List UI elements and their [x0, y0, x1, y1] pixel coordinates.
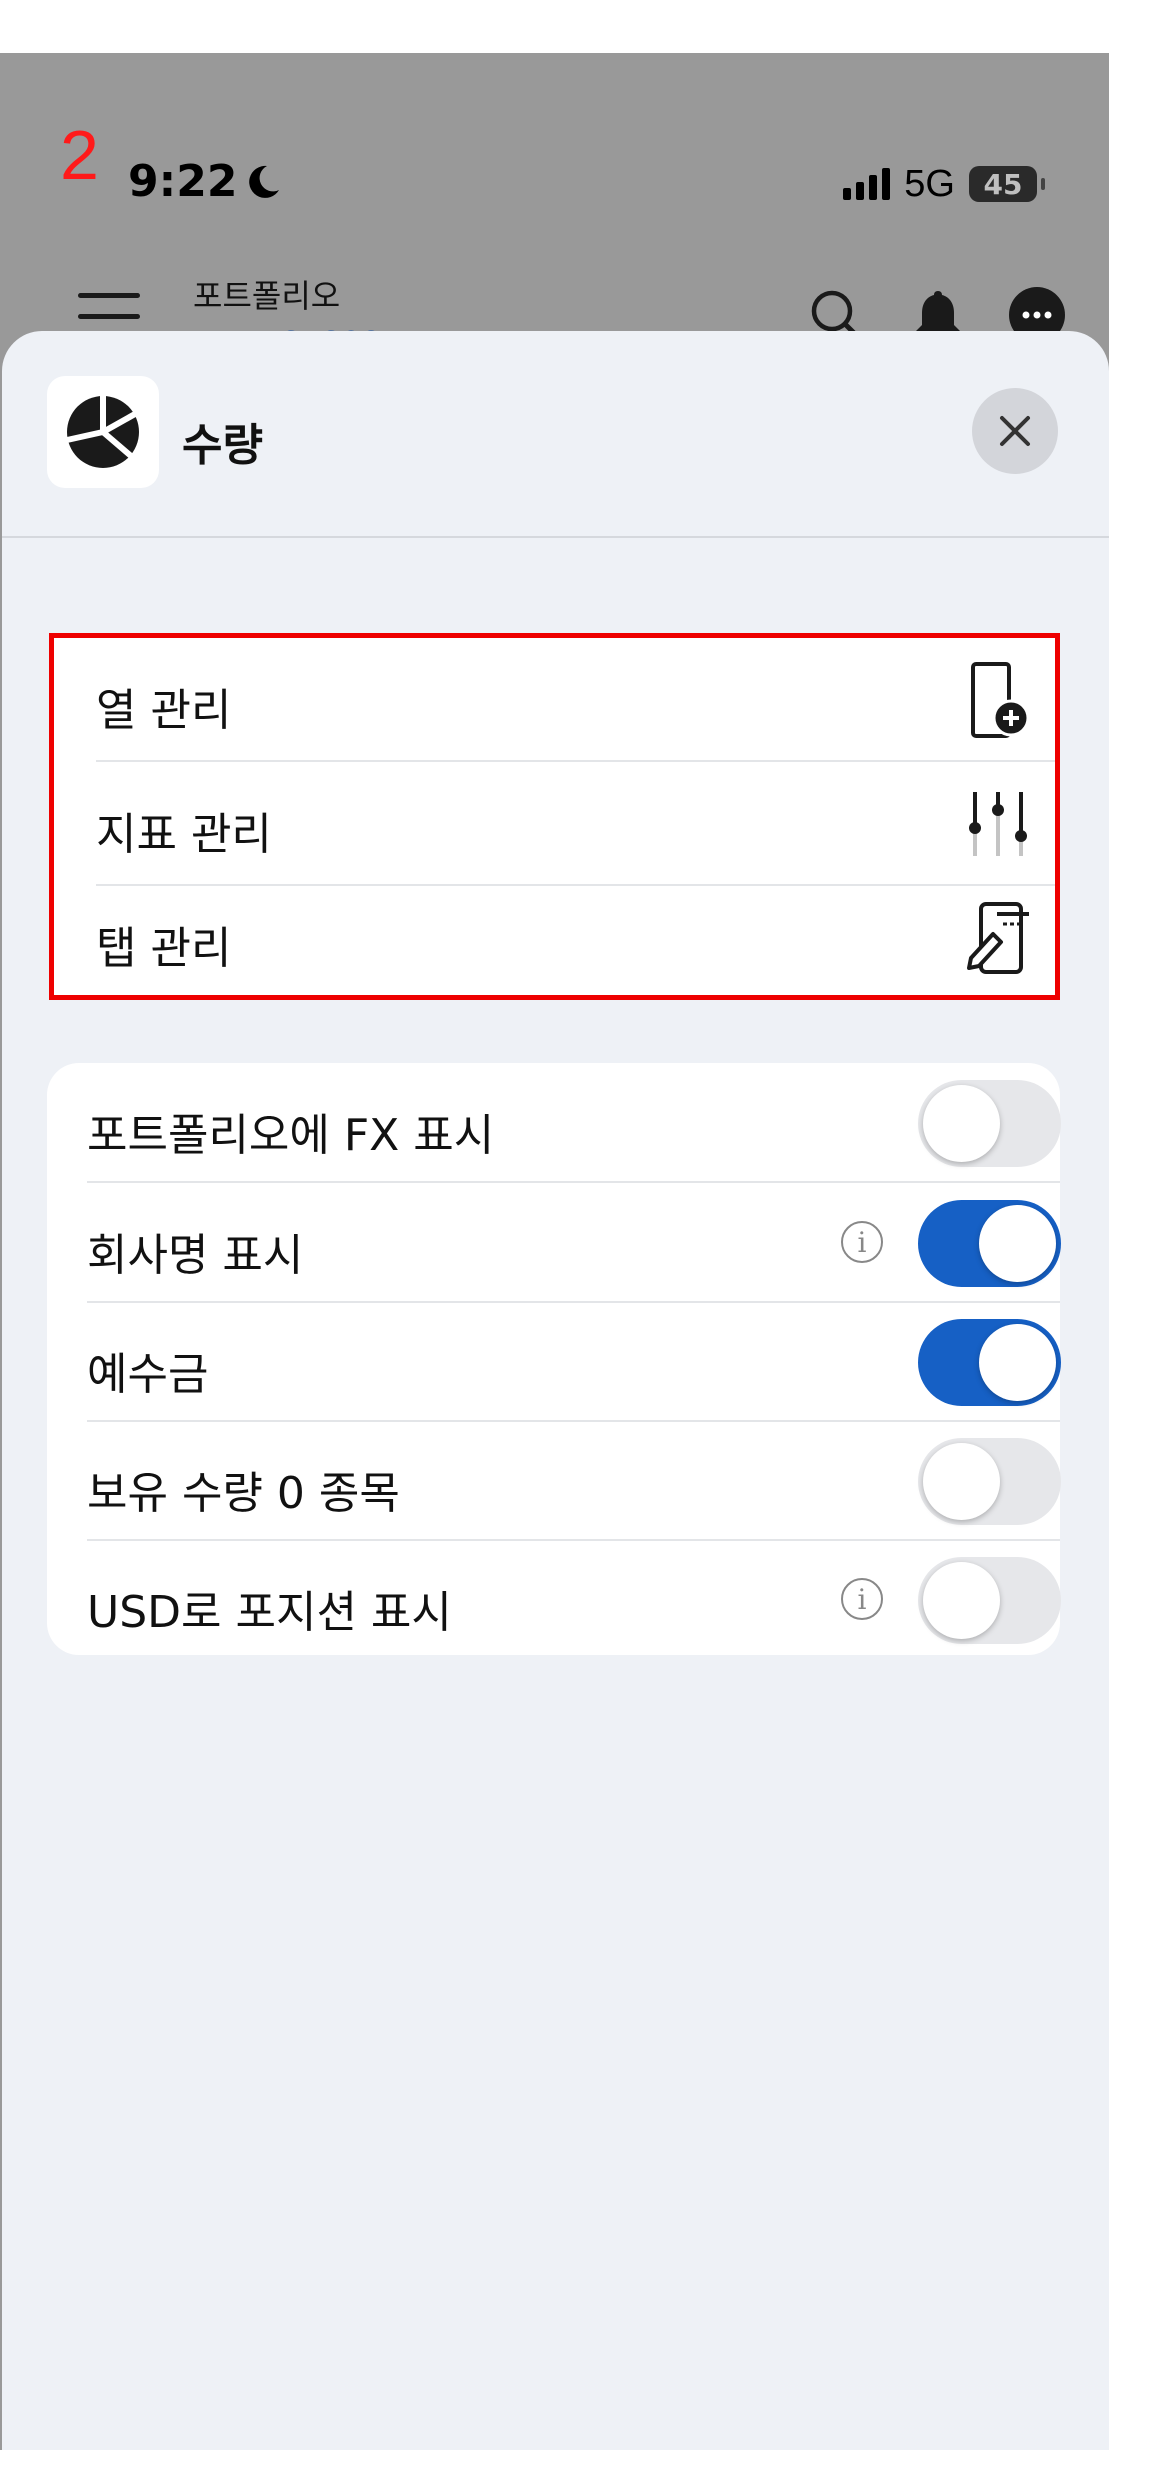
manage-columns-row[interactable]: 열 관리 [96, 638, 1055, 760]
manage-tabs-label: 탭 관리 [96, 923, 232, 974]
manage-options-card: 열 관리 지표 관리 탭 관리 [49, 633, 1060, 1000]
toggle-label: 포트폴리오에 FX 표시 [87, 1110, 495, 1161]
toggle-row-deposit[interactable]: 예수금 [87, 1302, 1061, 1420]
status-time: 9:22 [128, 160, 283, 204]
add-column-icon [971, 662, 1030, 738]
usd-position-toggle[interactable] [918, 1557, 1061, 1644]
toggle-row-fx[interactable]: 포트폴리오에 FX 표시 [87, 1063, 1061, 1181]
toggle-row-zero-holdings[interactable]: 보유 수량 0 종목 [87, 1421, 1061, 1539]
edit-tab-icon [967, 902, 1029, 974]
fx-toggle[interactable] [918, 1080, 1061, 1167]
pie-chart-icon [66, 394, 139, 468]
widget-icon [47, 376, 159, 488]
deposit-toggle[interactable] [918, 1319, 1061, 1406]
step-annotation: 2 [60, 116, 99, 194]
sheet-title: 수량 [182, 420, 263, 471]
toggle-row-company-name[interactable]: 회사명 표시 i [87, 1183, 1061, 1301]
close-icon [1000, 416, 1030, 446]
battery-icon: 45 [969, 166, 1045, 202]
toggle-label: 회사명 표시 [87, 1230, 304, 1281]
battery-level: 45 [983, 167, 1023, 201]
portfolio-label: 포트폴리오 [193, 277, 341, 315]
time-label: 9:22 [128, 156, 238, 207]
toggle-label: 예수금 [87, 1349, 209, 1400]
phone-screen: 9:22 5G 45 포트폴리오 UZ1435302▾ [0, 53, 1109, 2450]
display-options-card: 포트폴리오에 FX 표시 회사명 표시 i 예수금 보유 수량 0 종목 USD [47, 1063, 1061, 1658]
toggle-label: USD로 포지션 표시 [87, 1587, 452, 1638]
signal-icon [843, 168, 891, 200]
bottom-sheet: 수량 열 관리 지표 관리 탭 관리 포트폴리오에 FX 표시 회사명 표시 i… [2, 331, 1109, 2450]
status-indicators: 5G 45 [843, 163, 1045, 205]
toggle-row-usd-position[interactable]: USD로 포지션 표시 i [87, 1540, 1061, 1658]
zero-holdings-toggle[interactable] [918, 1438, 1061, 1525]
manage-indicators-row[interactable]: 지표 관리 [96, 762, 1055, 884]
sliders-icon [969, 792, 1027, 856]
company-name-toggle[interactable] [918, 1200, 1061, 1287]
toggle-label: 보유 수량 0 종목 [87, 1468, 400, 1519]
close-button[interactable] [972, 388, 1058, 474]
manage-indicators-label: 지표 관리 [96, 809, 272, 860]
network-label: 5G [904, 163, 955, 205]
info-icon[interactable]: i [841, 1578, 883, 1620]
info-icon[interactable]: i [841, 1221, 883, 1263]
manage-columns-label: 열 관리 [96, 685, 232, 736]
manage-tabs-row[interactable]: 탭 관리 [96, 876, 1055, 998]
moon-icon [249, 165, 280, 198]
sheet-header: 수량 [2, 331, 1109, 538]
